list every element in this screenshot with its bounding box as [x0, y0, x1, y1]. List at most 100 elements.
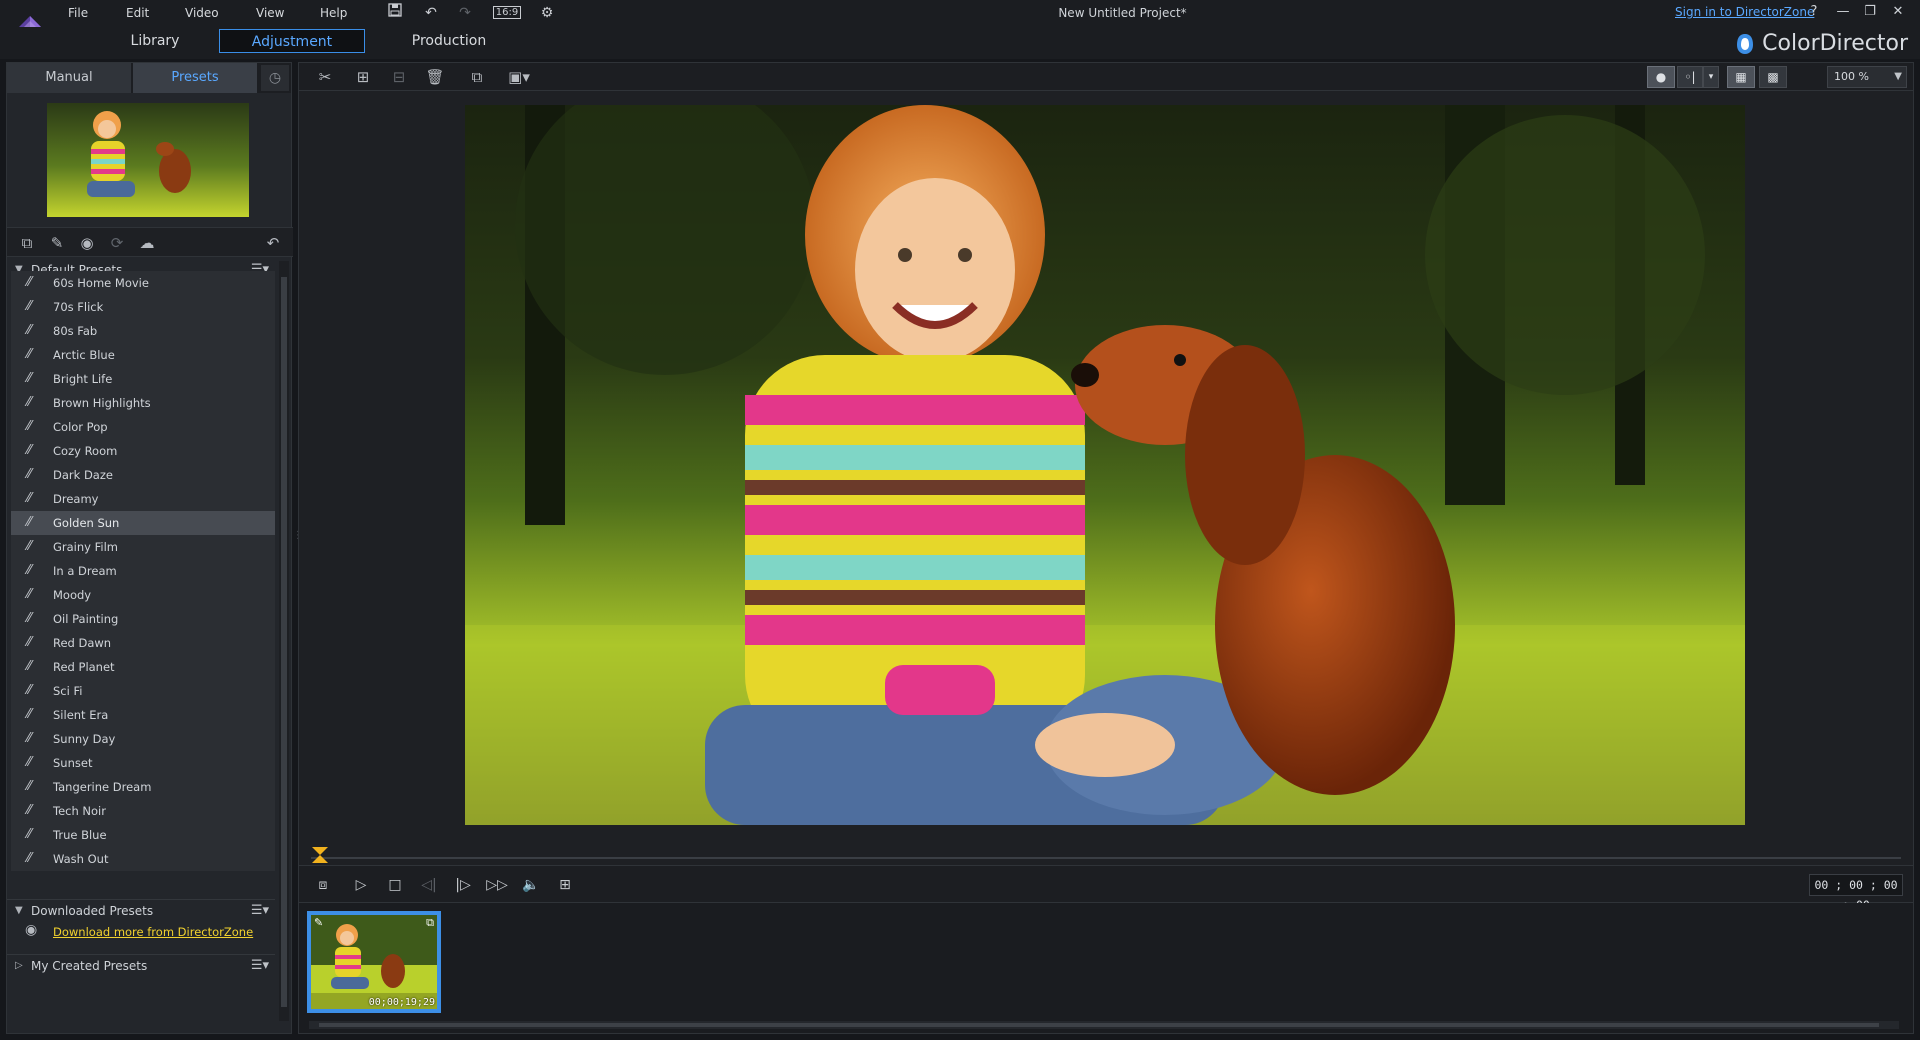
merge-icon[interactable]: ⊟ — [387, 67, 411, 87]
preset-item[interactable]: ⁄⁄ Bright Life — [11, 367, 275, 391]
preset-brush-icon: ⁄⁄ — [27, 635, 32, 650]
preset-item[interactable]: ⁄⁄ 60s Home Movie — [11, 271, 275, 295]
volume-icon[interactable]: 🔈 — [519, 874, 543, 896]
preset-item[interactable]: ⁄⁄ In a Dream — [11, 559, 275, 583]
menu-video[interactable]: Video — [185, 6, 219, 20]
download-more-link[interactable]: Download more from DirectorZone — [53, 925, 253, 939]
compare-view-button[interactable]: ◦| — [1677, 66, 1703, 88]
preset-scrollbar[interactable] — [279, 261, 289, 1021]
history-clock-icon[interactable]: ◷ — [261, 65, 289, 91]
chevron-down-icon: ▼ — [1894, 71, 1902, 82]
preset-item[interactable]: ⁄⁄ 80s Fab — [11, 319, 275, 343]
colordirector-logo-icon — [1737, 33, 1754, 54]
preset-item[interactable]: ⁄⁄ Silent Era — [11, 703, 275, 727]
menu-help[interactable]: Help — [320, 6, 347, 20]
menu-view[interactable]: View — [256, 6, 284, 20]
preview-mode-icon[interactable]: ⧈ — [311, 874, 335, 896]
crop-icon[interactable]: ⧉ — [465, 67, 489, 87]
minimize-icon[interactable]: — — [1833, 4, 1853, 22]
tab-production[interactable]: Production — [404, 29, 494, 53]
tab-adjustment[interactable]: Adjustment — [219, 29, 365, 53]
preset-item[interactable]: ⁄⁄ Tech Noir — [11, 799, 275, 823]
fast-forward-icon[interactable]: ▷▷ — [485, 874, 509, 896]
help-button[interactable]: ? — [1804, 4, 1824, 22]
group-menu-icon[interactable]: ☰▾ — [251, 955, 269, 977]
scrub-bar[interactable] — [311, 847, 1901, 863]
preset-item[interactable]: ⁄⁄ 70s Flick — [11, 295, 275, 319]
preset-item[interactable]: ⁄⁄ Brown Highlights — [11, 391, 275, 415]
preset-item[interactable]: ⁄⁄ Red Planet — [11, 655, 275, 679]
preset-item[interactable]: ⁄⁄ Wash Out — [11, 847, 275, 871]
tab-presets[interactable]: Presets — [133, 63, 257, 93]
group-my-created-presets[interactable]: ▷ My Created Presets ☰▾ — [7, 954, 275, 976]
preset-item[interactable]: ⁄⁄ Color Pop — [11, 415, 275, 439]
clip-duration: 00;00;19;29 — [368, 997, 435, 1008]
preset-item[interactable]: ⁄⁄ Dark Daze — [11, 463, 275, 487]
stop-icon[interactable]: □ — [383, 874, 407, 896]
full-view-button[interactable]: ▩ — [1759, 66, 1787, 88]
panel-splitter[interactable]: ⋮ — [293, 530, 303, 560]
tab-manual[interactable]: Manual — [7, 63, 131, 93]
project-title: New Untitled Project* — [1058, 6, 1187, 20]
save-icon[interactable] — [384, 3, 406, 23]
scrub-track[interactable] — [311, 857, 1901, 859]
delete-trash-icon[interactable]: 🗑 — [423, 67, 447, 87]
trim-icon[interactable]: ⊞ — [351, 67, 375, 87]
import-preset-icon[interactable]: ⧉ — [15, 233, 39, 253]
preset-item[interactable]: ⁄⁄ Dreamy — [11, 487, 275, 511]
preset-brush-icon: ⁄⁄ — [27, 395, 32, 410]
single-view-button[interactable]: ● — [1647, 66, 1675, 88]
restore-icon[interactable]: ❐ — [1860, 4, 1880, 22]
preset-item[interactable]: ⁄⁄ Grainy Film — [11, 535, 275, 559]
aspect-ratio-button[interactable]: 16:9 ▾ — [490, 3, 524, 37]
download-globe-icon: ◉ — [25, 922, 38, 938]
previous-frame-icon[interactable]: ◁| — [417, 874, 441, 896]
scrollbar-thumb[interactable] — [319, 1023, 1879, 1027]
preset-item[interactable]: ⁄⁄ Red Dawn — [11, 631, 275, 655]
zoom-select[interactable]: 100 % ▼ — [1827, 66, 1907, 88]
refresh-icon[interactable]: ⟳ — [105, 233, 129, 253]
preset-label: Moody — [53, 588, 92, 602]
snapshot-grid-icon[interactable]: ⊞ — [553, 874, 577, 896]
compare-dropdown-button[interactable]: ▾ — [1703, 66, 1719, 88]
preset-brush-icon: ⁄⁄ — [27, 275, 32, 290]
tab-library[interactable]: Library — [110, 29, 200, 53]
preset-item[interactable]: ⁄⁄ Arctic Blue — [11, 343, 275, 367]
preset-item[interactable]: ⁄⁄ Sci Fi — [11, 679, 275, 703]
preset-item[interactable]: ⁄⁄ Oil Painting — [11, 607, 275, 631]
selected-clip[interactable]: ✎ ⧉ 00;00;19;29 — [307, 911, 441, 1013]
preset-item[interactable]: ⁄⁄ Moody — [11, 583, 275, 607]
split-scissors-icon[interactable]: ✂ — [313, 67, 337, 87]
preset-item[interactable]: ⁄⁄ Sunny Day — [11, 727, 275, 751]
menu-file[interactable]: File — [68, 6, 88, 20]
preset-item[interactable]: ⁄⁄ Cozy Room — [11, 439, 275, 463]
sign-in-link[interactable]: Sign in to DirectorZone — [1675, 5, 1814, 19]
settings-gear-icon[interactable]: ⚙ — [536, 3, 558, 23]
timecode-display: 00 ; 00 ; 00 ; 00 — [1809, 874, 1903, 912]
display-monitor-icon[interactable]: ▣▾ — [503, 67, 535, 87]
group-created-title: My Created Presets — [31, 959, 148, 973]
preset-item[interactable]: ⁄⁄ True Blue — [11, 823, 275, 847]
close-icon[interactable]: ✕ — [1888, 4, 1908, 22]
redo-icon[interactable]: ↷ — [454, 3, 476, 23]
preset-item[interactable]: ⁄⁄ Golden Sun — [11, 511, 275, 535]
undo-icon[interactable]: ↶ — [420, 3, 442, 23]
fit-view-button[interactable]: ▦ — [1727, 66, 1755, 88]
preset-brush-icon: ⁄⁄ — [27, 299, 32, 314]
preset-item[interactable]: ⁄⁄ Tangerine Dream — [11, 775, 275, 799]
directorzone-icon[interactable]: ◉ — [75, 233, 99, 253]
group-downloaded-presets[interactable]: ▼ Downloaded Presets ☰▾ — [7, 899, 275, 921]
play-icon[interactable]: ▷ — [349, 874, 373, 896]
filmstrip-scrollbar[interactable] — [309, 1021, 1899, 1029]
preset-item[interactable]: ⁄⁄ Sunset — [11, 751, 275, 775]
preset-brush-icon: ⁄⁄ — [27, 491, 32, 506]
playhead-icon[interactable] — [311, 846, 329, 864]
next-frame-icon[interactable]: |▷ — [451, 874, 475, 896]
scrollbar-thumb[interactable] — [281, 277, 287, 1007]
brand-name: ColorDirector — [1762, 31, 1908, 56]
menu-edit[interactable]: Edit — [126, 6, 149, 20]
edit-preset-icon[interactable]: ✎ — [45, 233, 69, 253]
reset-undo-icon[interactable]: ↶ — [261, 233, 285, 253]
cloud-icon[interactable]: ☁ — [135, 233, 159, 253]
group-menu-icon[interactable]: ☰▾ — [251, 900, 269, 922]
